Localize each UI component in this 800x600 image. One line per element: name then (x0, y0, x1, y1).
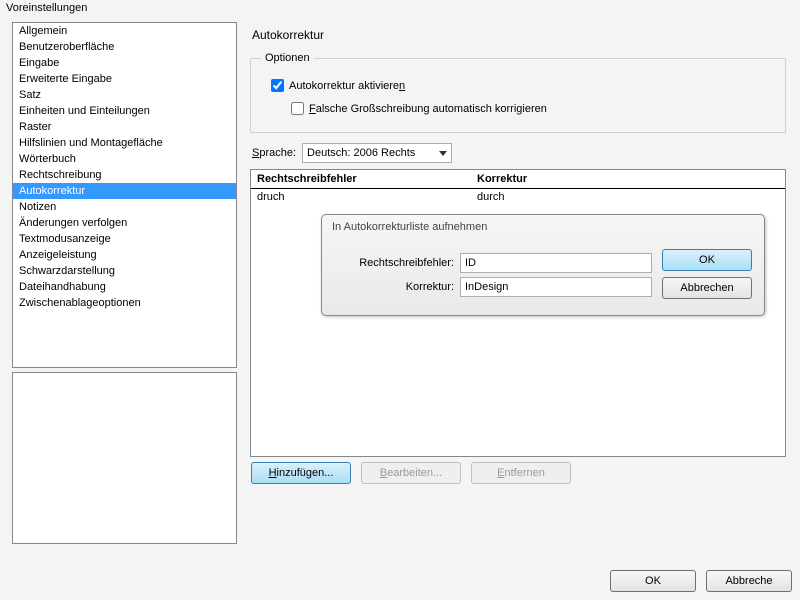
autocorrect-table[interactable]: Rechtschreibfehler Korrektur druchdurch … (250, 169, 786, 457)
sidebar-column: AllgemeinBenutzeroberflächeEingabeErweit… (0, 18, 240, 558)
table-footer-buttons: Hinzufügen... Bearbeiten... Entfernen (251, 462, 571, 484)
misspelling-input[interactable] (460, 253, 652, 273)
sidebar-item-4[interactable]: Satz (13, 87, 236, 103)
panel-title: Autokorrektur (252, 28, 786, 42)
fix-caps-label: Falsche Großschreibung automatisch korri… (309, 103, 547, 115)
misspelling-label: Rechtschreibfehler: (334, 257, 454, 269)
add-dialog-title: In Autokorrekturliste aufnehmen (322, 215, 764, 239)
edit-button[interactable]: Bearbeiten... (361, 462, 461, 484)
sidebar-item-17[interactable]: Zwischenablageoptionen (13, 295, 236, 311)
content-area: AllgemeinBenutzeroberflächeEingabeErweit… (0, 18, 800, 558)
sidebar-item-7[interactable]: Hilfslinien und Montagefläche (13, 135, 236, 151)
sidebar-item-5[interactable]: Einheiten und Einteilungen (13, 103, 236, 119)
correction-input[interactable] (460, 277, 652, 297)
fix-caps-checkbox[interactable] (291, 102, 304, 115)
activate-autocorrect-label: Autokorrektur aktivieren (289, 80, 405, 92)
correction-label: Korrektur: (334, 281, 454, 293)
language-label: Sprache: (252, 147, 296, 159)
preferences-window: Voreinstellungen AllgemeinBenutzeroberfl… (0, 0, 800, 600)
sidebar-item-13[interactable]: Textmodusanzeige (13, 231, 236, 247)
table-header: Rechtschreibfehler Korrektur (251, 170, 785, 189)
sidebar-item-6[interactable]: Raster (13, 119, 236, 135)
language-row: Sprache: Deutsch: 2006 Rechts (252, 143, 786, 163)
language-select-value: Deutsch: 2006 Rechts (307, 147, 415, 159)
add-button[interactable]: Hinzufügen... (251, 462, 351, 484)
table-header-correction: Korrektur (477, 173, 527, 185)
main-panel: Autokorrektur Optionen Autokorrektur akt… (240, 18, 800, 558)
table-row[interactable]: druchdurch (251, 189, 785, 205)
add-dialog-ok-button[interactable]: OK (662, 249, 752, 271)
correction-row: Korrektur: (334, 277, 652, 297)
add-dialog-cancel-button[interactable]: Abbrechen (662, 277, 752, 299)
language-select[interactable]: Deutsch: 2006 Rechts (302, 143, 452, 163)
cell-correct: durch (477, 191, 505, 203)
add-dialog-fields: Rechtschreibfehler: Korrektur: (334, 249, 652, 301)
sidebar-item-15[interactable]: Schwarzdarstellung (13, 263, 236, 279)
sidebar-item-16[interactable]: Dateihandhabung (13, 279, 236, 295)
remove-button[interactable]: Entfernen (471, 462, 571, 484)
add-to-autocorrect-dialog: In Autokorrekturliste aufnehmen Rechtsch… (321, 214, 765, 316)
preferences-category-list[interactable]: AllgemeinBenutzeroberflächeEingabeErweit… (12, 22, 237, 368)
sidebar-description-box (12, 372, 237, 544)
sidebar-item-8[interactable]: Wörterbuch (13, 151, 236, 167)
chevron-down-icon (439, 151, 447, 156)
dialog-footer: OK Abbreche (610, 570, 800, 592)
activate-autocorrect-row[interactable]: Autokorrektur aktivieren (267, 76, 775, 95)
table-body: druchdurch (251, 189, 785, 205)
cell-misspell: druch (257, 191, 477, 203)
sidebar-item-1[interactable]: Benutzeroberfläche (13, 39, 236, 55)
sidebar-item-11[interactable]: Notizen (13, 199, 236, 215)
sidebar-item-0[interactable]: Allgemein (13, 23, 236, 39)
sidebar-item-2[interactable]: Eingabe (13, 55, 236, 71)
activate-autocorrect-checkbox[interactable] (271, 79, 284, 92)
sidebar-item-9[interactable]: Rechtschreibung (13, 167, 236, 183)
sidebar-item-10[interactable]: Autokorrektur (13, 183, 236, 199)
sidebar-item-12[interactable]: Änderungen verfolgen (13, 215, 236, 231)
sidebar-item-14[interactable]: Anzeigeleistung (13, 247, 236, 263)
ok-button[interactable]: OK (610, 570, 696, 592)
add-dialog-body: Rechtschreibfehler: Korrektur: OK Abbrec… (322, 239, 764, 315)
options-group: Optionen Autokorrektur aktivieren Falsch… (250, 52, 786, 133)
misspelling-row: Rechtschreibfehler: (334, 253, 652, 273)
table-header-misspelling: Rechtschreibfehler (257, 173, 477, 185)
sidebar-item-3[interactable]: Erweiterte Eingabe (13, 71, 236, 87)
cancel-button[interactable]: Abbreche (706, 570, 792, 592)
options-legend: Optionen (261, 52, 314, 64)
window-title: Voreinstellungen (0, 0, 800, 18)
add-dialog-buttons: OK Abbrechen (662, 249, 752, 301)
fix-caps-row[interactable]: Falsche Großschreibung automatisch korri… (287, 99, 775, 118)
